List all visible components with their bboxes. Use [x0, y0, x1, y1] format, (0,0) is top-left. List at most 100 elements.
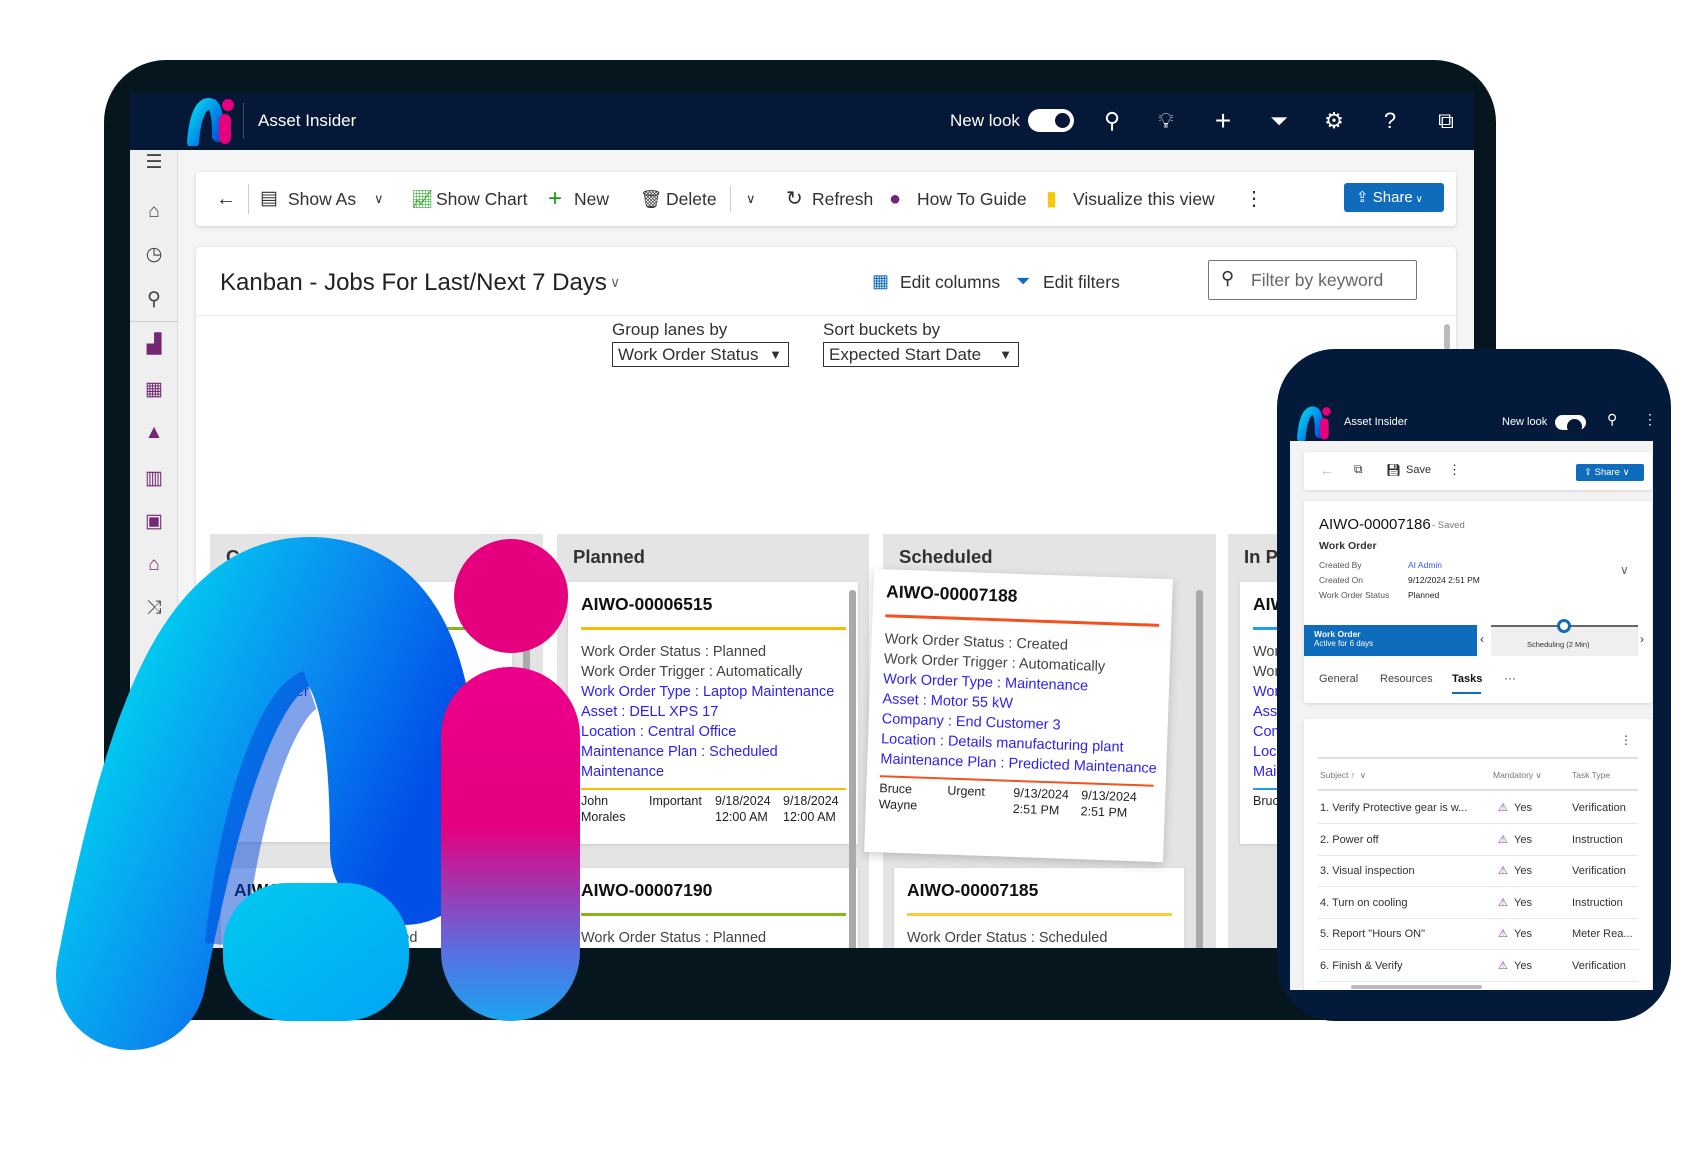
view-selector-chevron[interactable]: ∨	[610, 274, 620, 291]
warning-triangle-icon[interactable]: ▲	[140, 419, 168, 447]
work-order-id[interactable]: AIWO-00007192	[234, 594, 500, 618]
home-icon[interactable]: ⌂	[140, 198, 168, 226]
card-field[interactable]: Maintenance	[581, 762, 846, 782]
created-by-link[interactable]: AI Admin	[1408, 560, 1442, 570]
work-order-id[interactable]: AIWO-000071	[234, 880, 500, 904]
delete-button[interactable]: Delete	[666, 172, 717, 226]
task-subject[interactable]: 4. Turn on cooling	[1320, 888, 1407, 919]
vertical-scrollbar[interactable]	[1444, 324, 1450, 350]
more-icon[interactable]: ⋮	[1448, 462, 1461, 478]
more-commands-chevron[interactable]: ∨	[746, 172, 756, 226]
share-button[interactable]: ⇪ Share ∨	[1344, 183, 1444, 212]
task-row[interactable]: 3. Visual inspection ⚠ Yes Verification	[1318, 856, 1638, 887]
column-header-subject[interactable]: Subject ↑ ∨	[1320, 759, 1366, 791]
tasks-grid: ⋮ Subject ↑ ∨ Mandatory ∨ Task Type 1. V…	[1304, 719, 1652, 990]
more-tabs-icon[interactable]: ···	[1504, 671, 1516, 685]
task-subject[interactable]: 6. Finish & Verify	[1320, 951, 1403, 982]
work-order-id[interactable]: AIWO-00007190	[581, 880, 846, 904]
bpf-prev-icon[interactable]: ‹	[1480, 632, 1484, 646]
work-order-card[interactable]: AIWO-00006515 Work Order Status : Planned…	[568, 582, 858, 844]
hamburger-icon[interactable]: ☰	[140, 149, 168, 177]
copilot-icon[interactable]: ⧉	[1432, 107, 1460, 135]
refresh-button[interactable]: Refresh	[812, 172, 873, 226]
task-row[interactable]: 6. Finish & Verify ⚠ Yes Verification	[1318, 951, 1638, 982]
pin-icon[interactable]: ⚲	[140, 286, 168, 314]
store-icon[interactable]: ⌂	[140, 551, 168, 579]
dashboard-icon[interactable]: ▣	[140, 508, 168, 536]
lane-scrollbar[interactable]	[523, 590, 530, 948]
tab-resources[interactable]: Resources	[1380, 673, 1433, 685]
task-subject[interactable]: 3. Visual inspection	[1320, 856, 1415, 887]
chevron-down-icon: ▼	[769, 347, 782, 362]
card-field[interactable]: Maintenance Plan : Scheduled	[581, 742, 846, 762]
work-order-card[interactable]: AIWO-00007192 Work Order Status : Created…	[221, 582, 512, 842]
bpf-next-stage[interactable]: Scheduling (2 Min)	[1491, 619, 1638, 656]
task-subject[interactable]: 2. Power off	[1320, 825, 1379, 856]
bpf-next-icon[interactable]: ›	[1640, 632, 1644, 646]
group-lanes-select[interactable]: Work Order Status ▼	[612, 342, 789, 367]
edit-columns-button[interactable]: Edit columns	[900, 272, 1000, 293]
chevron-down-icon[interactable]: ∨	[374, 172, 384, 226]
work-order-id[interactable]: AIWO-00006515	[581, 594, 846, 618]
tab-general[interactable]: General	[1319, 673, 1358, 685]
more-icon[interactable]: ⋮	[1643, 411, 1657, 428]
column-header-mandatory[interactable]: Mandatory ∨	[1493, 759, 1542, 791]
search-icon[interactable]: ⚲	[1098, 107, 1126, 135]
task-row[interactable]: 5. Report "Hours ON" ⚠ Yes Meter Rea...	[1318, 919, 1638, 950]
sort-buckets-select[interactable]: Expected Start Date ▼	[823, 342, 1019, 367]
work-order-id[interactable]: AIWO-00007185	[907, 880, 1172, 904]
column-header-task-type[interactable]: Task Type	[1572, 759, 1610, 791]
task-row[interactable]: 1. Verify Protective gear is w... ⚠ Yes Ver…	[1318, 793, 1638, 824]
open-new-window-icon[interactable]: ⧉	[1354, 462, 1363, 477]
calendar-icon[interactable]: ▦	[140, 376, 168, 404]
more-icon[interactable]: ⋮	[1244, 172, 1264, 226]
card-field[interactable]: Work Order Type : Maintenance	[234, 682, 500, 702]
book-icon[interactable]: ▥	[140, 465, 168, 493]
tab-tasks[interactable]: Tasks	[1452, 673, 1482, 685]
back-button[interactable]: ←	[1320, 462, 1334, 478]
search-icon[interactable]: ⚲	[1607, 411, 1617, 428]
new-look-toggle[interactable]	[1028, 109, 1074, 132]
keyword-filter-input[interactable]: ⚲ Filter by keyword	[1208, 260, 1417, 300]
share-button[interactable]: ⇪ Share ∨	[1576, 464, 1644, 481]
card-field[interactable]: Asset : DELL XPS 17	[581, 702, 846, 722]
edit-filters-button[interactable]: Edit filters	[1043, 272, 1120, 293]
help-icon[interactable]: ?	[1376, 107, 1404, 135]
new-button[interactable]: New	[574, 172, 609, 226]
work-order-card[interactable]: AIWO-000071Work Order Status : CreatedWo…	[221, 868, 512, 948]
horizontal-scrollbar[interactable]	[1351, 985, 1482, 989]
view-title[interactable]: Kanban - Jobs For Last/Next 7 Days	[220, 269, 607, 297]
task-subject[interactable]: 1. Verify Protective gear is w...	[1320, 793, 1467, 824]
filter-icon[interactable]: ⏷	[1265, 107, 1293, 135]
task-subject[interactable]: 5. Report "Hours ON"	[1320, 919, 1425, 950]
save-button[interactable]: Save	[1406, 464, 1431, 476]
show-chart-button[interactable]: Show Chart	[436, 172, 527, 226]
card-field[interactable]: Location : Central Office	[581, 722, 846, 742]
footer-end: 9/13/2024 2:51 PM	[1080, 788, 1138, 820]
gear-icon[interactable]: ⚙	[1320, 107, 1348, 135]
work-order-id[interactable]: AIWO-00007188	[886, 581, 1161, 615]
kanban-lane: Created AIWO-00007192 Work Order Status : …	[210, 534, 543, 948]
how-to-guide-button[interactable]: How To Guide	[917, 172, 1027, 226]
visualize-button[interactable]: Visualize this view	[1073, 172, 1215, 226]
footer-priority: Urgent	[947, 783, 986, 799]
recent-clock-icon[interactable]: ◷	[140, 241, 168, 269]
more-icon[interactable]: ⋮	[1620, 733, 1632, 747]
plus-icon[interactable]: +	[1209, 107, 1237, 135]
lane-scrollbar[interactable]	[849, 590, 856, 948]
task-row[interactable]: 4. Turn on cooling ⚠ Yes Instruction	[1318, 888, 1638, 919]
phone-new-look-toggle[interactable]	[1555, 415, 1586, 434]
work-order-card[interactable]: AIWO-00007185 Work Order Status : Schedul…	[894, 868, 1184, 948]
show-as-button[interactable]: Show As	[288, 172, 356, 226]
lane-scrollbar[interactable]	[1196, 590, 1203, 948]
expand-chevron-icon[interactable]: ∨	[1620, 563, 1629, 577]
back-button[interactable]: ←	[216, 172, 236, 226]
task-row[interactable]: 2. Power off ⚠ Yes Instruction	[1318, 825, 1638, 856]
card-field[interactable]: Work Order Type : Laptop Maintenance	[581, 682, 846, 702]
work-order-card[interactable]: AIWO-00007188 Work Order Status : Created…	[864, 568, 1173, 863]
shuffle-icon[interactable]: ⤨	[140, 594, 168, 622]
work-order-card[interactable]: AIWO-00007190 Work Order Status : Planned…	[568, 868, 858, 948]
bpf-active-stage[interactable]: Work Order Active for 6 days	[1304, 625, 1477, 656]
lightbulb-icon[interactable]: 💡︎	[1152, 107, 1180, 135]
chart-icon[interactable]: ▟	[140, 331, 168, 359]
